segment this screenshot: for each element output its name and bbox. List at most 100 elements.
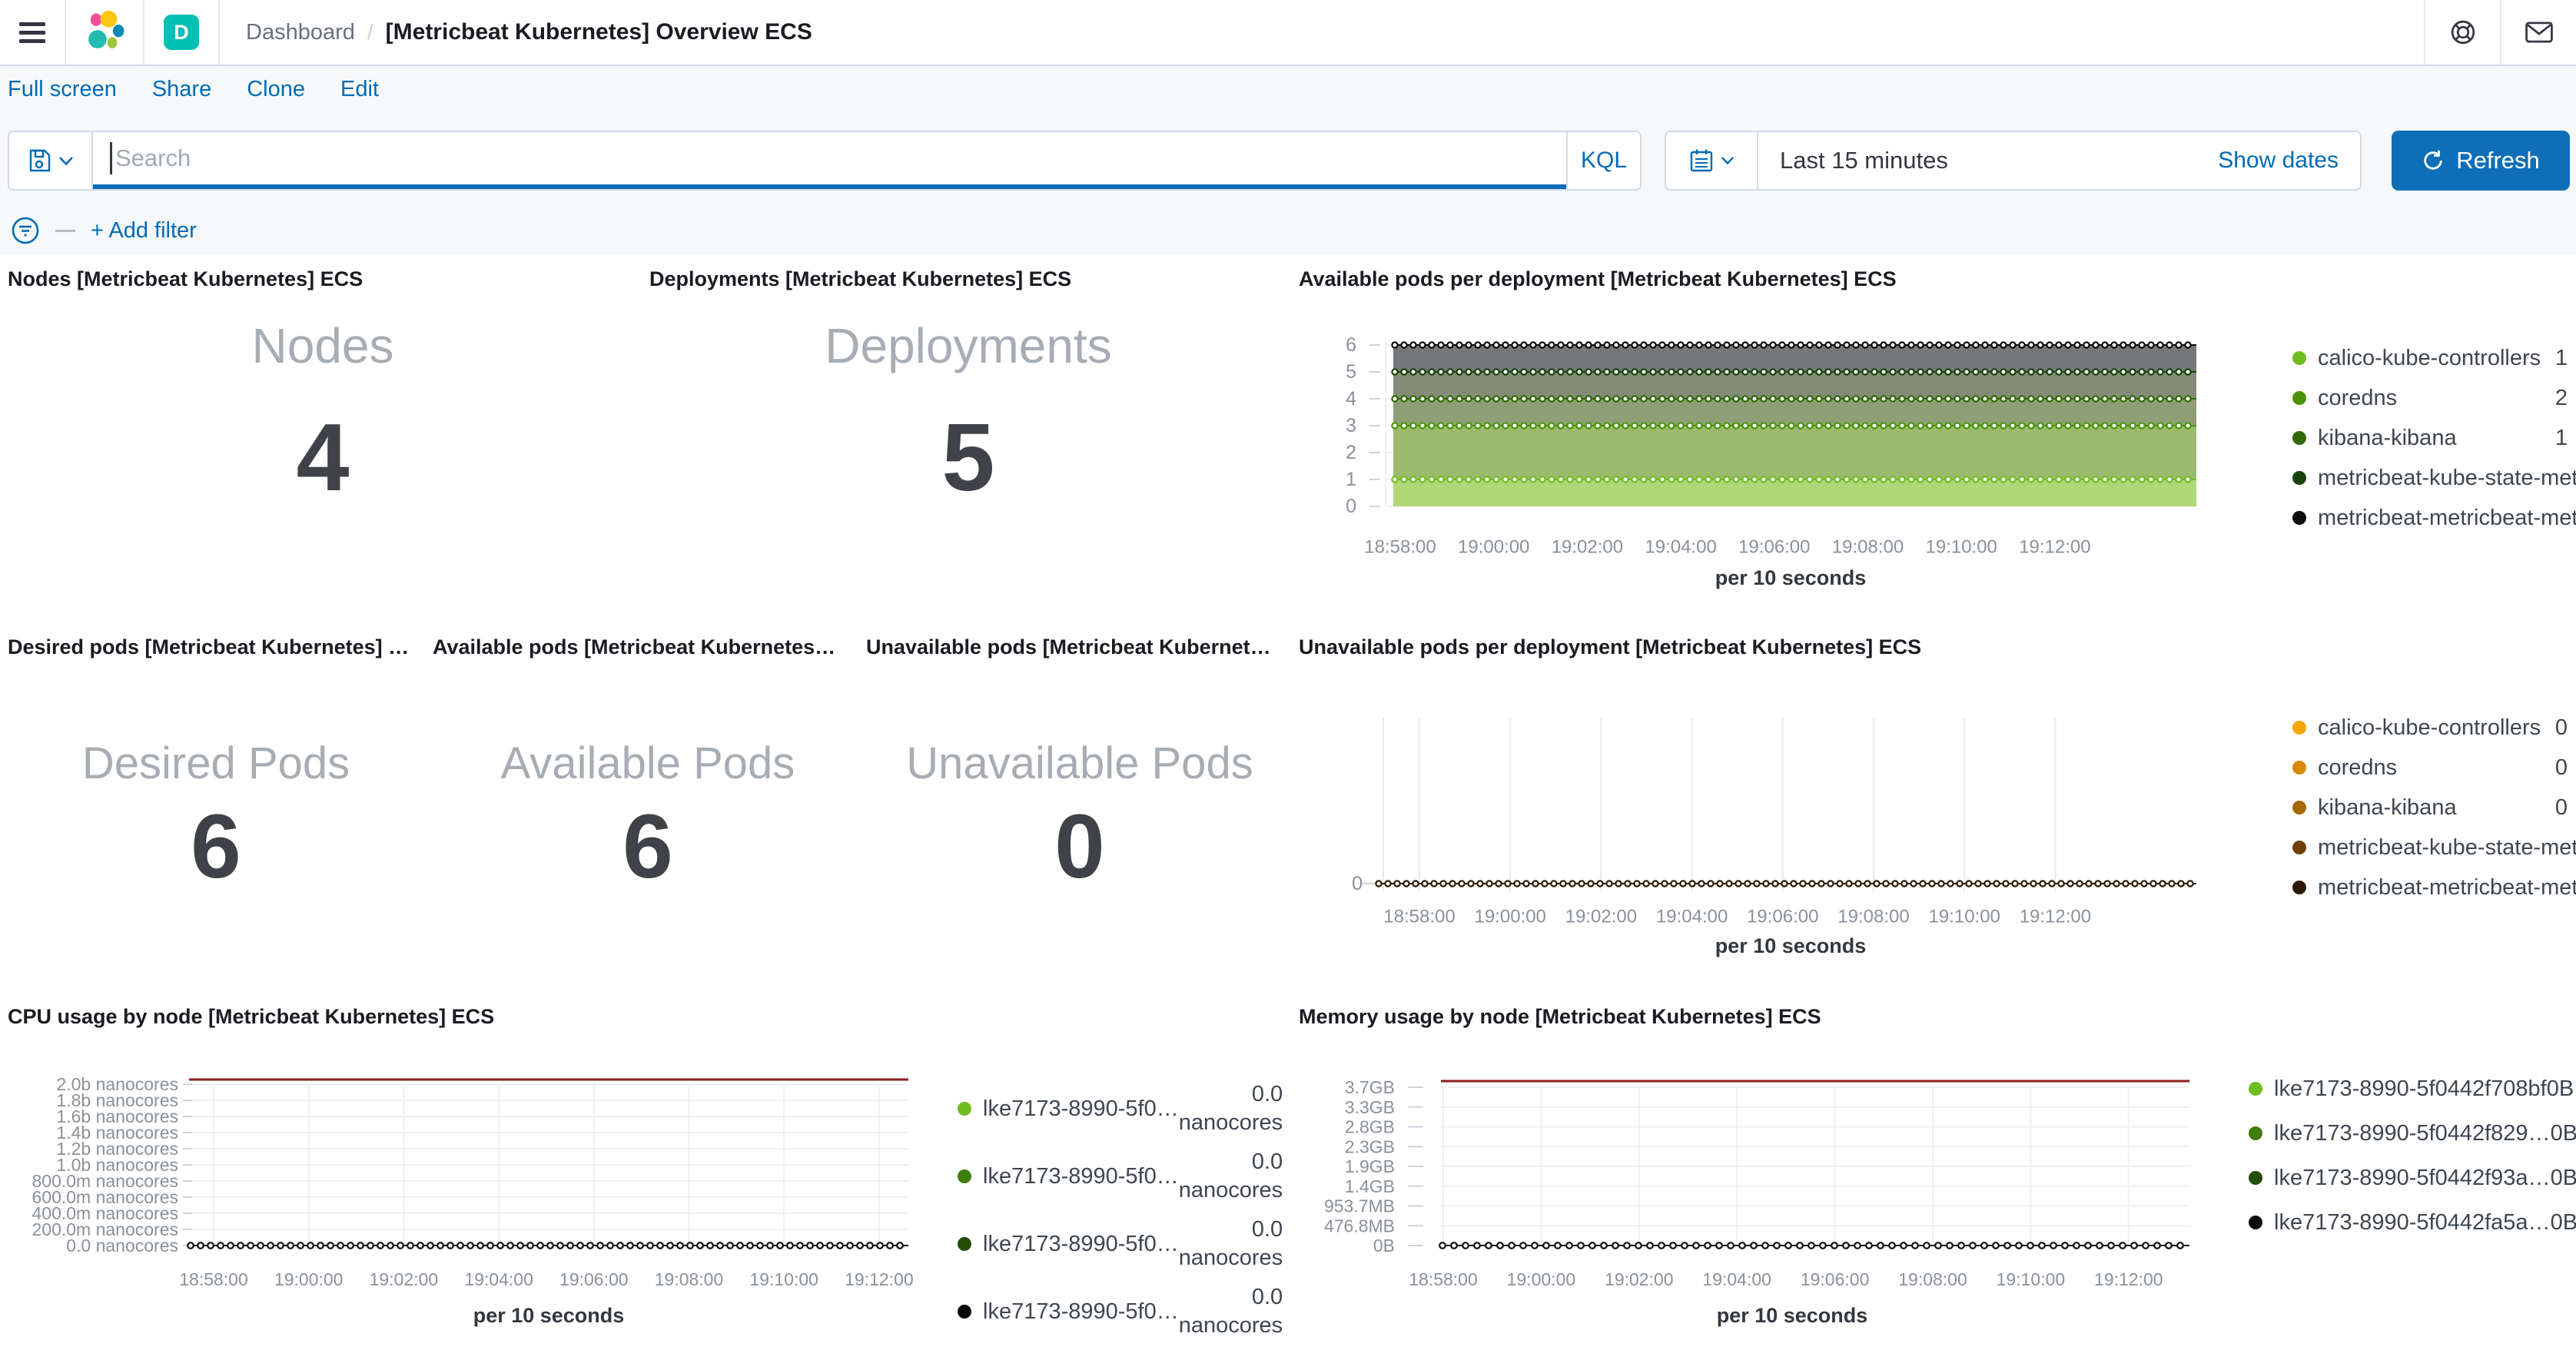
legend-label[interactable]: calico-kube-controllers — [2318, 346, 2541, 371]
legend-item[interactable]: lke7173-8990-5f0…0.0nanocores — [951, 1278, 1259, 1345]
filter-icon[interactable] — [11, 216, 40, 245]
legend-dot — [958, 1169, 971, 1183]
legend-value: 0B — [2551, 1210, 2576, 1236]
search-input[interactable] — [112, 144, 1566, 172]
legend-item[interactable]: lke7173-8990-5f0…0.0nanocores — [951, 1143, 1259, 1210]
legend-value: 0.0nanocores — [1179, 1080, 1283, 1137]
svg-text:19:08:00: 19:08:00 — [655, 1269, 724, 1289]
legend-label[interactable]: lke7173-8990-5f0442f93a… — [2274, 1166, 2551, 1191]
legend-item[interactable]: metricbeat-kube-state-metr…1 — [2286, 458, 2568, 498]
svg-text:19:04:00: 19:04:00 — [464, 1269, 533, 1289]
svg-text:19:04:00: 19:04:00 — [1656, 907, 1728, 927]
panel-title-unavailable-pods: Unavailable pods [Metricbeat Kubernet… — [866, 635, 1271, 659]
svg-text:19:06:00: 19:06:00 — [1801, 1269, 1870, 1289]
svg-text:4: 4 — [1346, 388, 1356, 410]
panel-title-deployments: Deployments [Metricbeat Kubernetes] ECS — [649, 267, 1071, 291]
menu-icon[interactable] — [0, 0, 65, 65]
legend-label[interactable]: lke7173-8990-5f0… — [983, 1096, 1179, 1122]
legend-label[interactable]: metricbeat-kube-state-metr… — [2318, 466, 2576, 491]
legend-item[interactable]: kibana-kibana1 — [2286, 418, 2568, 458]
legend-item[interactable]: metricbeat-kube-state-metr…0 — [2286, 828, 2568, 867]
full-screen-link[interactable]: Full screen — [8, 77, 117, 102]
legend-label[interactable]: kibana-kibana — [2318, 795, 2457, 821]
clone-link[interactable]: Clone — [247, 77, 305, 102]
panel-title-available-pods: Available pods [Metricbeat Kubernetes… — [433, 635, 835, 659]
top-navigation-bar: D Dashboard / [Metricbeat Kubernetes] Ov… — [0, 0, 2576, 66]
svg-text:19:06:00: 19:06:00 — [559, 1269, 629, 1289]
svg-text:19:10:00: 19:10:00 — [1997, 1269, 2066, 1289]
legend-item[interactable]: metricbeat-metricbeat-metr…0 — [2286, 867, 2568, 907]
svg-text:6: 6 — [1346, 334, 1356, 356]
legend-label[interactable]: calico-kube-controllers — [2318, 715, 2541, 741]
breadcrumb-dashboard-link[interactable]: Dashboard — [246, 20, 355, 45]
legend-label[interactable]: lke7173-8990-5f0… — [983, 1299, 1179, 1325]
legend-dot — [958, 1102, 971, 1116]
legend-item[interactable]: calico-kube-controllers1 — [2286, 338, 2568, 378]
svg-text:3.7GB: 3.7GB — [1345, 1077, 1395, 1097]
filter-pin-dash — [55, 230, 75, 232]
svg-text:19:10:00: 19:10:00 — [1925, 537, 1997, 558]
date-quick-select-button[interactable] — [1666, 132, 1758, 189]
kql-language-button[interactable]: KQL — [1566, 132, 1640, 189]
svg-text:18:58:00: 18:58:00 — [179, 1269, 248, 1289]
page-title: [Metricbeat Kubernetes] Overview ECS — [386, 19, 812, 45]
available-pods-chart[interactable]: 654321018:58:0019:00:0019:02:0019:04:001… — [1299, 321, 2238, 592]
svg-text:19:08:00: 19:08:00 — [1837, 907, 1909, 927]
legend-label[interactable]: coredns — [2318, 755, 2397, 781]
mail-icon — [2525, 22, 2553, 43]
legend-item[interactable]: calico-kube-controllers 0 — [2286, 708, 2568, 748]
legend-item[interactable]: lke7173-8990-5f0442f93a…0B — [2242, 1156, 2550, 1200]
metric-value: 5 — [646, 408, 1291, 508]
unavailable-pods-chart[interactable]: 018:58:0019:00:0019:02:0019:04:0019:06:0… — [1299, 692, 2238, 968]
space-selector[interactable]: D — [144, 0, 218, 65]
legend-label[interactable]: lke7173-8990-5f0… — [983, 1164, 1179, 1189]
svg-text:19:12:00: 19:12:00 — [845, 1269, 914, 1289]
legend-label[interactable]: metricbeat-kube-state-metr… — [2318, 835, 2576, 861]
saved-query-menu-button[interactable] — [8, 131, 93, 191]
dashboard-grid: Nodes [Metricbeat Kubernetes] ECS Deploy… — [0, 255, 2576, 1360]
legend-label[interactable]: lke7173-8990-5f0442f708bf — [2274, 1076, 2547, 1102]
search-input-area[interactable] — [93, 132, 1566, 189]
dashboard-toolbar: Full screen Share Clone Edit — [8, 77, 379, 102]
svg-text:19:12:00: 19:12:00 — [2019, 537, 2090, 558]
metric-available-pods: Available Pods 6 — [432, 739, 864, 894]
show-dates-button[interactable]: Show dates — [2218, 148, 2339, 174]
metric-unavailable-pods: Unavailable Pods 0 — [864, 739, 1296, 894]
legend-label[interactable]: lke7173-8990-5f0… — [983, 1232, 1179, 1257]
legend-item[interactable]: kibana-kibana0 — [2286, 788, 2568, 828]
legend-item[interactable]: lke7173-8990-5f0442f829…0B — [2242, 1111, 2550, 1156]
legend-item[interactable]: lke7173-8990-5f0442f708bf0B — [2242, 1066, 2550, 1111]
svg-text:2: 2 — [1346, 442, 1356, 463]
breadcrumb: Dashboard / [Metricbeat Kubernetes] Over… — [246, 19, 812, 45]
svg-text:per 10 seconds: per 10 seconds — [1717, 1304, 1868, 1327]
legend-value: 0.0nanocores — [1179, 1283, 1283, 1340]
elastic-logo[interactable] — [66, 0, 143, 65]
refresh-button[interactable]: Refresh — [2392, 131, 2570, 191]
legend-dot — [2292, 761, 2306, 775]
svg-text:19:10:00: 19:10:00 — [1928, 907, 2000, 927]
legend-item[interactable]: coredns0 — [2286, 748, 2568, 788]
metric-value: 4 — [0, 408, 646, 508]
cpu-usage-chart[interactable]: 2.0b nanocores1.8b nanocores1.6b nanocor… — [0, 1068, 961, 1360]
legend-label[interactable]: metricbeat-metricbeat-metr… — [2318, 875, 2576, 901]
memory-usage-chart[interactable]: 3.7GB3.3GB2.8GB2.3GB1.9GB1.4GB953.7MB476… — [1291, 1068, 2238, 1360]
time-range-label[interactable]: Last 15 minutes — [1780, 147, 1948, 174]
legend-item[interactable]: metricbeat-metricbeat-metr…1 — [2286, 498, 2568, 538]
share-link[interactable]: Share — [152, 77, 211, 102]
newsfeed-button[interactable] — [2500, 0, 2576, 65]
edit-link[interactable]: Edit — [340, 77, 379, 102]
help-button[interactable] — [2424, 0, 2500, 65]
legend-item[interactable]: lke7173-8990-5f0…0.0nanocores — [951, 1075, 1259, 1143]
legend-label[interactable]: lke7173-8990-5f0442f829… — [2274, 1121, 2551, 1146]
panel-title-memory-usage: Memory usage by node [Metricbeat Kuberne… — [1299, 1005, 1821, 1029]
legend-item[interactable]: lke7173-8990-5f0442fa5a…0B — [2242, 1200, 2550, 1245]
legend-label[interactable]: metricbeat-metricbeat-metr… — [2318, 506, 2576, 531]
legend-item[interactable]: lke7173-8990-5f0…0.0nanocores — [951, 1210, 1259, 1278]
legend-value: 0B — [2551, 1121, 2576, 1146]
legend-label[interactable]: coredns — [2318, 386, 2397, 411]
legend-label[interactable]: lke7173-8990-5f0442fa5a… — [2274, 1210, 2551, 1236]
legend-value: 0 — [2555, 715, 2568, 741]
add-filter-button[interactable]: + Add filter — [91, 218, 197, 244]
legend-label[interactable]: kibana-kibana — [2318, 426, 2457, 451]
legend-item[interactable]: coredns2 — [2286, 378, 2568, 418]
